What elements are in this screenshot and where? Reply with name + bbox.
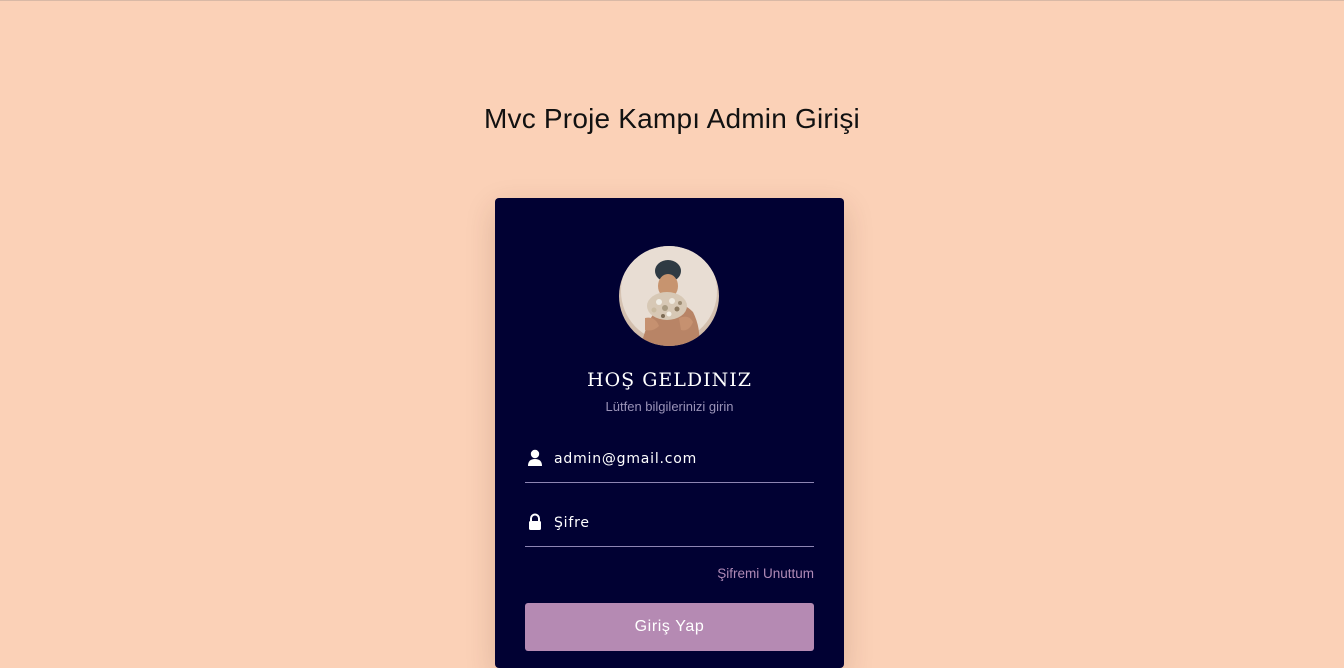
forgot-password-link[interactable]: Şifremi Unuttum [717, 566, 814, 581]
email-input[interactable] [554, 448, 809, 470]
login-button[interactable]: Giriş Yap [525, 603, 814, 651]
welcome-subtitle: Lütfen bilgilerinizi girin [605, 399, 734, 414]
login-card: HOŞ GELDINIZ Lütfen bilgilerinizi girin … [495, 198, 844, 668]
top-divider [0, 0, 1344, 1]
lock-icon [527, 513, 543, 531]
password-field [525, 506, 814, 547]
avatar-photo-icon [621, 246, 717, 346]
email-field [525, 442, 814, 483]
page-title: Mvc Proje Kampı Admin Girişi [484, 103, 860, 134]
password-input[interactable] [554, 512, 809, 534]
welcome-title: HOŞ GELDINIZ [587, 369, 752, 391]
avatar [619, 246, 719, 346]
user-icon [527, 449, 543, 467]
